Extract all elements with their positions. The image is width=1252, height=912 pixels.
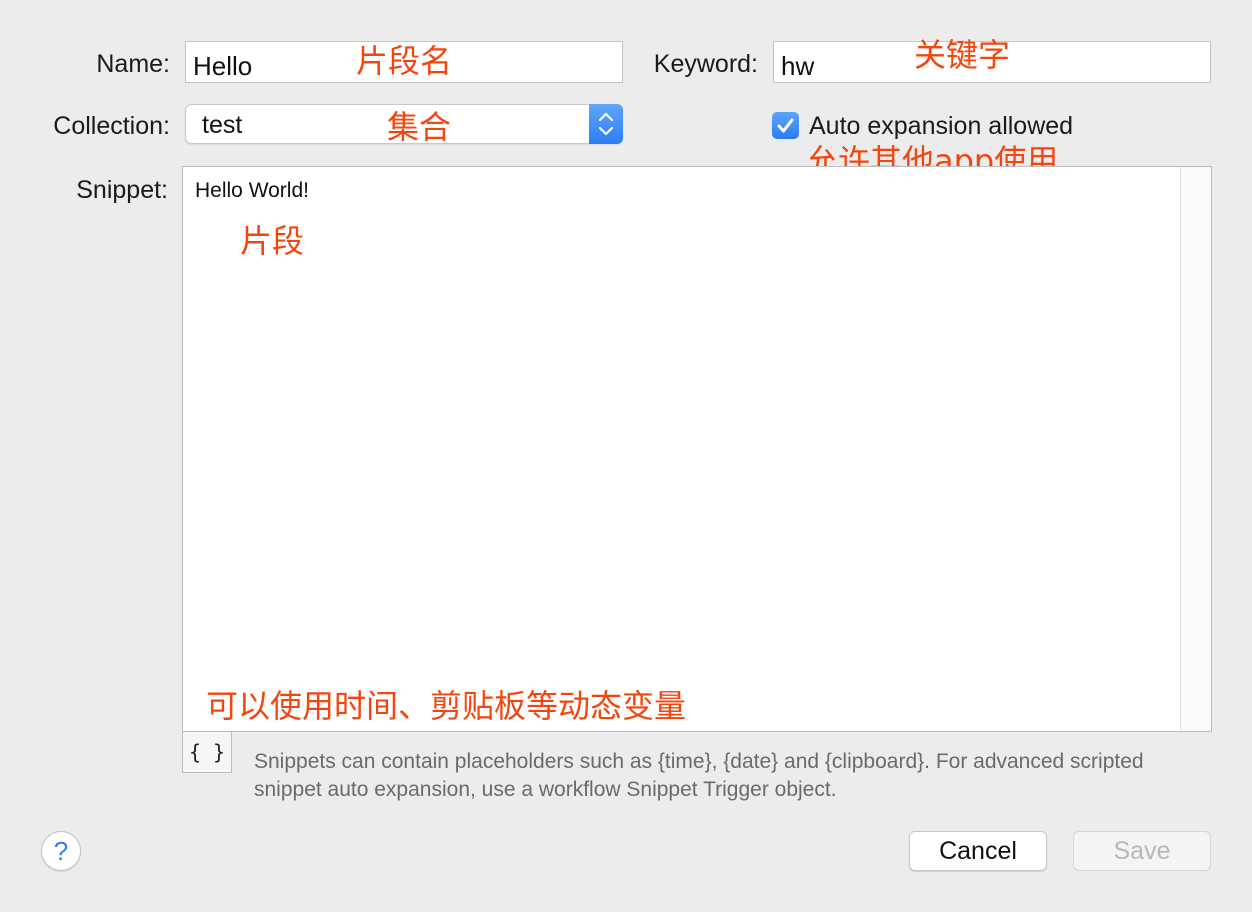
save-button[interactable]: Save — [1073, 831, 1211, 871]
collection-label: Collection: — [53, 112, 170, 140]
keyword-label: Keyword: — [653, 50, 758, 78]
placeholder-hint-text: Snippets can contain placeholders such a… — [254, 750, 1144, 801]
up-down-chevron-icon[interactable] — [589, 104, 623, 144]
snippet-editor-dialog: Name: Hello 片段名 Keyword: hw 关键字 Collecti… — [0, 0, 1252, 912]
insert-placeholder-button[interactable]: { } — [182, 731, 232, 773]
question-icon: ? — [53, 836, 69, 866]
name-field-value: Hello — [193, 51, 253, 81]
checkmark-icon — [777, 118, 794, 133]
snippet-label: Snippet: — [76, 176, 168, 204]
snippet-annotation: 片段 — [240, 222, 305, 260]
name-annotation: 片段名 — [356, 42, 453, 80]
collection-annotation: 集合 — [387, 108, 452, 146]
cancel-button[interactable]: Cancel — [909, 831, 1047, 871]
collection-select-value: test — [202, 111, 243, 139]
keyword-field-value: hw — [781, 51, 815, 81]
placeholders-annotation: 可以使用时间、剪贴板等动态变量 — [206, 687, 687, 725]
auto-expansion-checkbox[interactable] — [772, 112, 799, 139]
snippet-scrollbar[interactable] — [1180, 167, 1211, 731]
auto-expansion-label[interactable]: Auto expansion allowed — [809, 112, 1073, 141]
snippet-textarea[interactable]: Hello World! — [182, 166, 1212, 732]
help-button[interactable]: ? — [41, 831, 81, 871]
keyword-annotation: 关键字 — [914, 36, 1011, 74]
name-label: Name: — [96, 50, 170, 78]
snippet-text: Hello World! — [195, 179, 309, 202]
